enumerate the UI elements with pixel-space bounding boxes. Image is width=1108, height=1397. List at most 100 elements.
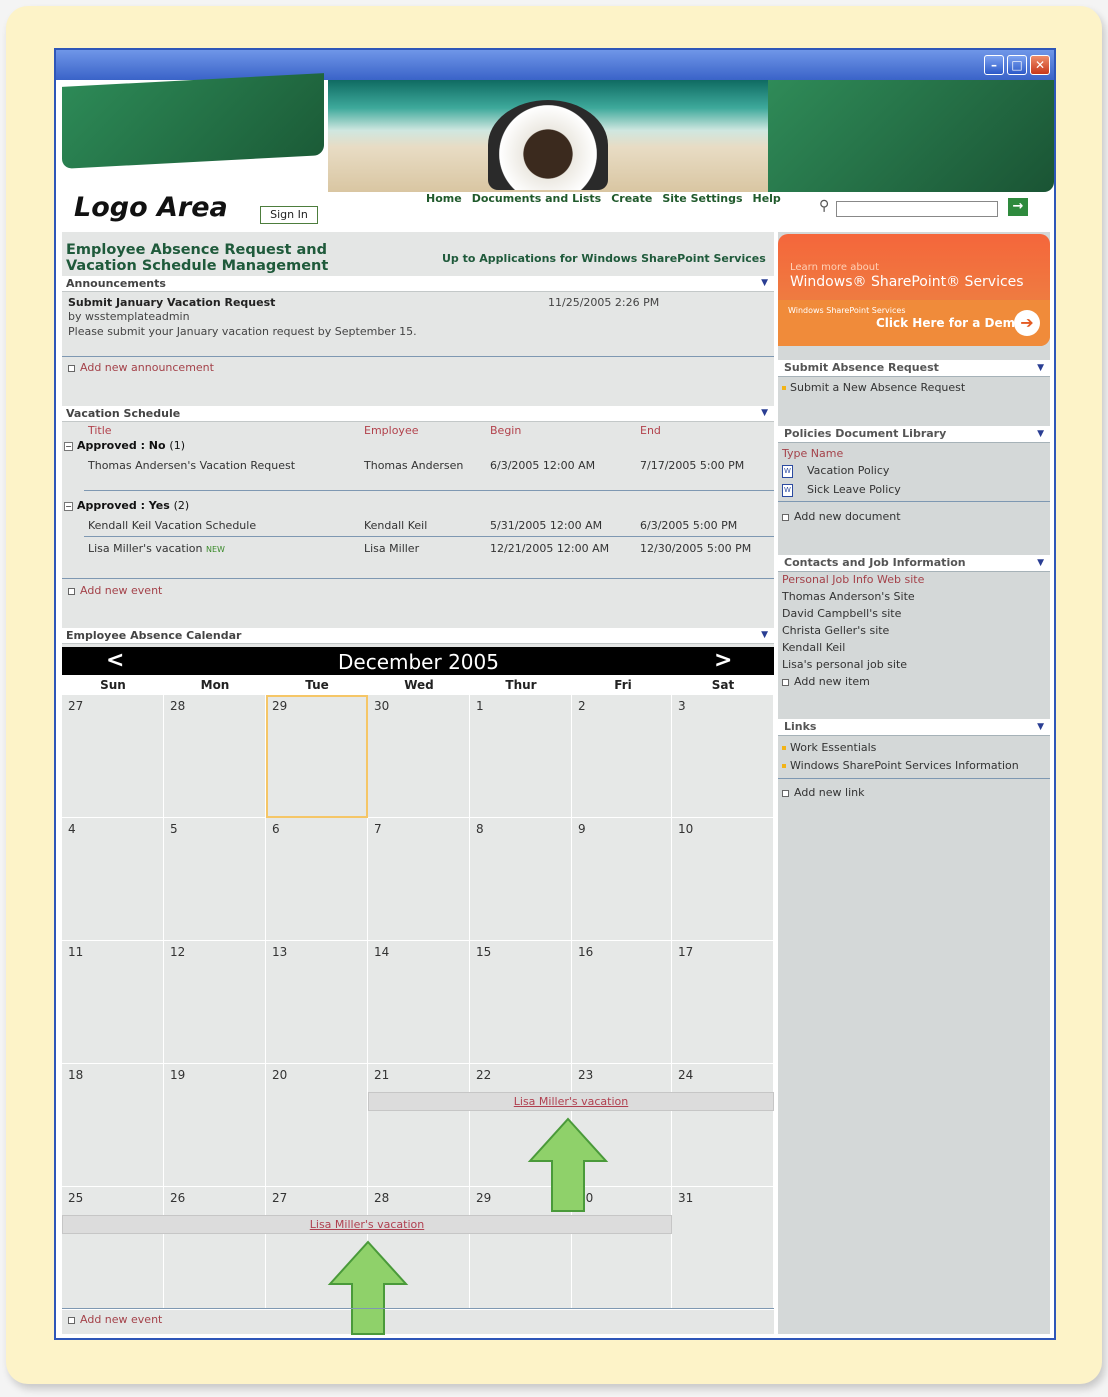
calendar-day-number[interactable]: 15 [476,945,491,959]
calendar-event[interactable]: Lisa Miller's vacation [368,1092,774,1111]
calendar-day-cell[interactable]: 19 [164,1064,266,1187]
calendar-day-number[interactable]: 30 [374,699,389,713]
calendar-day-number[interactable]: 20 [272,1068,287,1082]
calendar-day-number[interactable]: 31 [678,1191,693,1205]
calendar-day-cell[interactable]: 16 [572,941,672,1064]
chevron-down-icon[interactable]: ▼ [761,628,768,643]
link-item[interactable]: Windows SharePoint Services Information [782,759,1019,772]
calendar-day-number[interactable]: 27 [68,699,83,713]
add-announcement-link[interactable]: Add new announcement [68,361,214,374]
calendar-day-cell[interactable]: 24 [672,1064,774,1187]
calendar-day-number[interactable]: 10 [678,822,693,836]
column-title[interactable]: Title [88,424,112,437]
calendar-day-cell[interactable]: 4 [62,818,164,941]
calendar-day-number[interactable]: 6 [272,822,280,836]
add-link-link[interactable]: Add new link [782,786,864,799]
calendar-day-cell[interactable]: 17 [672,941,774,1064]
search-input[interactable] [836,201,998,217]
absence-request-link[interactable]: Submit a New Absence Request [782,381,965,394]
document-item[interactable]: W Vacation Policy [782,464,889,478]
chevron-down-icon[interactable]: ▼ [1037,360,1044,376]
calendar-day-cell[interactable]: 29 [266,695,368,818]
sign-in-button[interactable]: Sign In [260,206,318,224]
calendar-day-number[interactable]: 21 [374,1068,389,1082]
calendar-day-cell[interactable]: 26 [164,1187,266,1310]
contact-item[interactable]: David Campbell's site [782,607,901,620]
calendar-day-number[interactable]: 27 [272,1191,287,1205]
calendar-day-number[interactable]: 17 [678,945,693,959]
calendar-day-number[interactable]: 19 [170,1068,185,1082]
calendar-day-cell[interactable]: 14 [368,941,470,1064]
nav-documents-and-lists[interactable]: Documents and Lists [472,192,602,205]
calendar-day-number[interactable]: 16 [578,945,593,959]
calendar-day-number[interactable]: 29 [476,1191,491,1205]
contact-item[interactable]: Thomas Anderson's Site [782,590,915,603]
vacation-row-title[interactable]: Thomas Andersen's Vacation Request [88,459,295,472]
search-go-button[interactable]: → [1008,198,1028,216]
calendar-day-cell[interactable]: 8 [470,818,572,941]
calendar-day-number[interactable]: 26 [170,1191,185,1205]
calendar-day-cell[interactable]: 11 [62,941,164,1064]
calendar-day-number[interactable]: 13 [272,945,287,959]
calendar-day-number[interactable]: 25 [68,1191,83,1205]
calendar-day-number[interactable]: 14 [374,945,389,959]
calendar-day-cell[interactable]: 5 [164,818,266,941]
calendar-day-cell[interactable]: 1 [470,695,572,818]
calendar-day-number[interactable]: 7 [374,822,382,836]
calendar-day-cell[interactable]: 31 [672,1187,774,1310]
contact-item[interactable]: Lisa's personal job site [782,658,907,671]
calendar-day-cell[interactable]: 15 [470,941,572,1064]
calendar-day-cell[interactable]: 10 [672,818,774,941]
calendar-day-number[interactable]: 29 [272,699,287,713]
chevron-down-icon[interactable]: ▼ [1037,426,1044,442]
link-item[interactable]: Work Essentials [782,741,876,754]
minimize-button[interactable]: – [984,55,1004,75]
nav-site-settings[interactable]: Site Settings [662,192,742,205]
calendar-event[interactable]: Lisa Miller's vacation [62,1215,672,1234]
calendar-day-cell[interactable]: 30 [368,695,470,818]
calendar-day-number[interactable]: 5 [170,822,178,836]
arrow-right-icon[interactable]: ➔ [1014,310,1040,336]
calendar-day-number[interactable]: 24 [678,1068,693,1082]
calendar-day-number[interactable]: 9 [578,822,586,836]
add-calendar-event-link[interactable]: Add new event [68,1313,162,1326]
contact-item[interactable]: Personal Job Info Web site [782,573,924,586]
column-employee[interactable]: Employee [364,424,418,437]
up-to-applications-link[interactable]: Up to Applications for Windows SharePoin… [442,252,766,265]
calendar-day-number[interactable]: 4 [68,822,76,836]
column-begin[interactable]: Begin [490,424,521,437]
calendar-day-number[interactable]: 18 [68,1068,83,1082]
calendar-day-cell[interactable]: 20 [266,1064,368,1187]
chevron-down-icon[interactable]: ▼ [1037,719,1044,735]
close-button[interactable]: ✕ [1030,55,1050,75]
calendar-day-cell[interactable]: 25 [62,1187,164,1310]
calendar-day-number[interactable]: 28 [374,1191,389,1205]
chevron-down-icon[interactable]: ▼ [761,276,768,291]
next-month-button[interactable]: > [714,648,732,673]
calendar-day-cell[interactable]: 18 [62,1064,164,1187]
calendar-day-cell[interactable]: 6 [266,818,368,941]
calendar-day-number[interactable]: 3 [678,699,686,713]
chevron-down-icon[interactable]: ▼ [761,406,768,421]
calendar-day-cell[interactable]: 12 [164,941,266,1064]
calendar-day-cell[interactable]: 21 [368,1064,470,1187]
demo-link[interactable]: Click Here for a Demo [876,316,1023,330]
previous-month-button[interactable]: < [106,648,124,673]
calendar-day-cell[interactable]: 7 [368,818,470,941]
calendar-day-number[interactable]: 23 [578,1068,593,1082]
nav-home[interactable]: Home [426,192,462,205]
add-document-link[interactable]: Add new document [782,510,901,523]
calendar-day-number[interactable]: 1 [476,699,484,713]
nav-help[interactable]: Help [753,192,781,205]
group-approved-no[interactable]: − Approved : No (1) [64,439,185,452]
add-event-link[interactable]: Add new event [68,584,162,597]
calendar-day-number[interactable]: 11 [68,945,83,959]
column-end[interactable]: End [640,424,661,437]
group-approved-yes[interactable]: − Approved : Yes (2) [64,499,189,512]
calendar-day-cell[interactable]: 28 [164,695,266,818]
calendar-day-cell[interactable]: 2 [572,695,672,818]
sharepoint-promo-banner[interactable]: Learn more about Windows® SharePoint® Se… [778,234,1050,346]
add-item-link[interactable]: Add new item [782,675,870,688]
announcement-title[interactable]: Submit January Vacation Request [68,296,275,309]
calendar-day-cell[interactable]: 3 [672,695,774,818]
